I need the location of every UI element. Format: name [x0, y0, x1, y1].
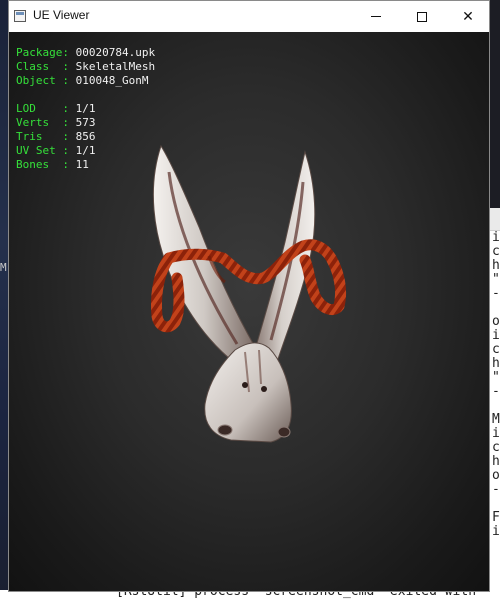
- maximize-button[interactable]: [399, 1, 445, 32]
- ue-viewer-window[interactable]: UE Viewer ✕ Package: 00020784.upk Class …: [8, 0, 490, 592]
- window-title: UE Viewer: [33, 8, 90, 22]
- maximize-icon: [417, 11, 427, 22]
- minimize-icon: [371, 16, 381, 17]
- close-icon: ✕: [462, 8, 474, 25]
- close-button[interactable]: ✕: [445, 1, 491, 32]
- skeletal-mesh-model[interactable]: [9, 32, 489, 591]
- 3d-viewport[interactable]: Package: 00020784.upk Class : SkeletalMe…: [9, 32, 489, 591]
- title-bar[interactable]: UE Viewer ✕: [9, 1, 489, 33]
- background-text-fragment: M: [0, 261, 7, 274]
- app-window-icon: [14, 10, 26, 22]
- minimize-button[interactable]: [353, 1, 399, 32]
